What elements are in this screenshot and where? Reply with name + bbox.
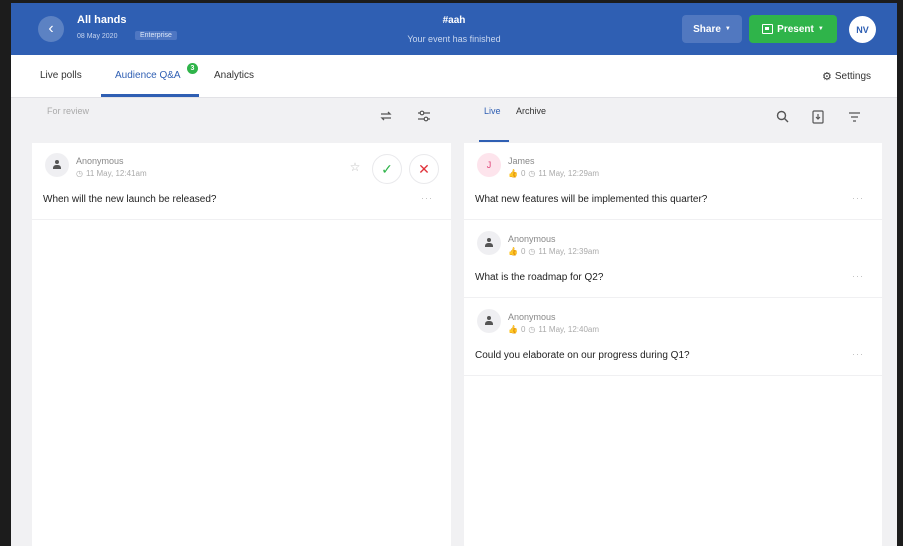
question-author: Anonymous [508, 234, 556, 244]
live-question-card: Anonymous 👍 0 ◷ 11 May, 12:39am What is … [464, 221, 882, 298]
question-author: James [508, 156, 535, 166]
present-label: Present [777, 23, 814, 35]
vote-count: 0 [520, 169, 526, 178]
active-tab-indicator [101, 94, 199, 97]
thumbs-up-icon: 👍 [508, 325, 518, 334]
qa-count-badge: 3 [187, 63, 198, 74]
tab-live-polls[interactable]: Live polls [40, 70, 82, 81]
question-meta: 👍 0 ◷ 11 May, 12:40am [508, 325, 599, 334]
live-tab-indicator [479, 140, 509, 142]
question-author: Anonymous [508, 312, 556, 322]
clock-icon: ◷ [528, 169, 536, 178]
close-icon: ✕ [418, 160, 430, 177]
present-icon [762, 24, 774, 34]
star-icon[interactable]: ☆ [348, 160, 362, 174]
tab-live[interactable]: Live [484, 106, 501, 116]
question-author: Anonymous [76, 156, 124, 166]
approve-button[interactable]: ✓ [372, 154, 402, 184]
more-options-icon[interactable]: ··· [421, 193, 433, 203]
avatar [477, 309, 501, 333]
question-meta: 👍 0 ◷ 11 May, 12:39am [508, 247, 599, 256]
person-icon [52, 160, 62, 170]
review-panel: Anonymous ◷ 11 May, 12:41am When will th… [32, 143, 451, 546]
check-icon: ✓ [381, 160, 393, 177]
question-time: 11 May, 12:40am [538, 325, 600, 334]
question-meta: 👍 0 ◷ 11 May, 12:29am [508, 169, 599, 178]
review-question-card: Anonymous ◷ 11 May, 12:41am When will th… [32, 143, 451, 220]
tab-analytics[interactable]: Analytics [214, 70, 254, 81]
app-window: ‹ All hands 08 May 2020 Enterprise #aah … [11, 3, 897, 546]
thumbs-up-icon: 👍 [508, 247, 518, 256]
user-avatar[interactable]: NV [849, 16, 876, 43]
tab-bar: Live polls Audience Q&A 3 Analytics ⚙ Se… [11, 55, 897, 98]
more-options-icon[interactable]: ··· [852, 349, 864, 359]
question-text: What new features will be implemented th… [475, 194, 708, 205]
question-text: When will the new launch be released? [43, 194, 217, 205]
avatar [477, 231, 501, 255]
filter-icon[interactable] [846, 110, 862, 124]
clock-icon: ◷ [76, 169, 83, 178]
question-time: 11 May, 12:41am [85, 169, 147, 178]
tab-audience-qa[interactable]: Audience Q&A [115, 70, 181, 81]
gear-icon: ⚙ [822, 71, 832, 83]
person-icon [484, 316, 494, 326]
swap-icon[interactable] [377, 109, 395, 123]
vote-count: 0 [520, 325, 526, 334]
question-meta: ◷ 11 May, 12:41am [76, 169, 147, 178]
share-label: Share [693, 23, 721, 35]
for-review-heading: For review [47, 106, 90, 116]
reject-button[interactable]: ✕ [409, 154, 439, 184]
settings-button[interactable]: ⚙ Settings [822, 70, 871, 83]
present-button[interactable]: Present ▼ [749, 15, 837, 43]
caret-down-icon: ▼ [817, 26, 824, 32]
vote-count: 0 [520, 247, 526, 256]
caret-down-icon: ▼ [724, 26, 731, 32]
person-icon [484, 238, 494, 248]
avatar: J [477, 153, 501, 177]
more-options-icon[interactable]: ··· [852, 271, 864, 281]
share-button[interactable]: Share ▼ [682, 15, 742, 43]
question-text: Could you elaborate on our progress duri… [475, 350, 690, 361]
avatar [45, 153, 69, 177]
more-options-icon[interactable]: ··· [852, 193, 864, 203]
search-icon[interactable] [774, 109, 790, 123]
sliders-icon[interactable] [415, 109, 433, 123]
clock-icon: ◷ [528, 247, 536, 256]
settings-label: Settings [834, 71, 872, 82]
tab-archive[interactable]: Archive [516, 106, 546, 116]
question-text: What is the roadmap for Q2? [475, 272, 604, 283]
thumbs-up-icon: 👍 [508, 169, 518, 178]
live-question-card: J James 👍 0 ◷ 11 May, 12:29am What new f… [464, 143, 882, 220]
clock-icon: ◷ [528, 325, 536, 334]
header-bar: ‹ All hands 08 May 2020 Enterprise #aah … [11, 3, 897, 55]
archive-download-icon[interactable] [810, 109, 826, 125]
live-question-card: Anonymous 👍 0 ◷ 11 May, 12:40am Could yo… [464, 299, 882, 376]
question-time: 11 May, 12:29am [538, 169, 600, 178]
live-panel: J James 👍 0 ◷ 11 May, 12:29am What new f… [464, 143, 882, 546]
question-time: 11 May, 12:39am [538, 247, 600, 256]
